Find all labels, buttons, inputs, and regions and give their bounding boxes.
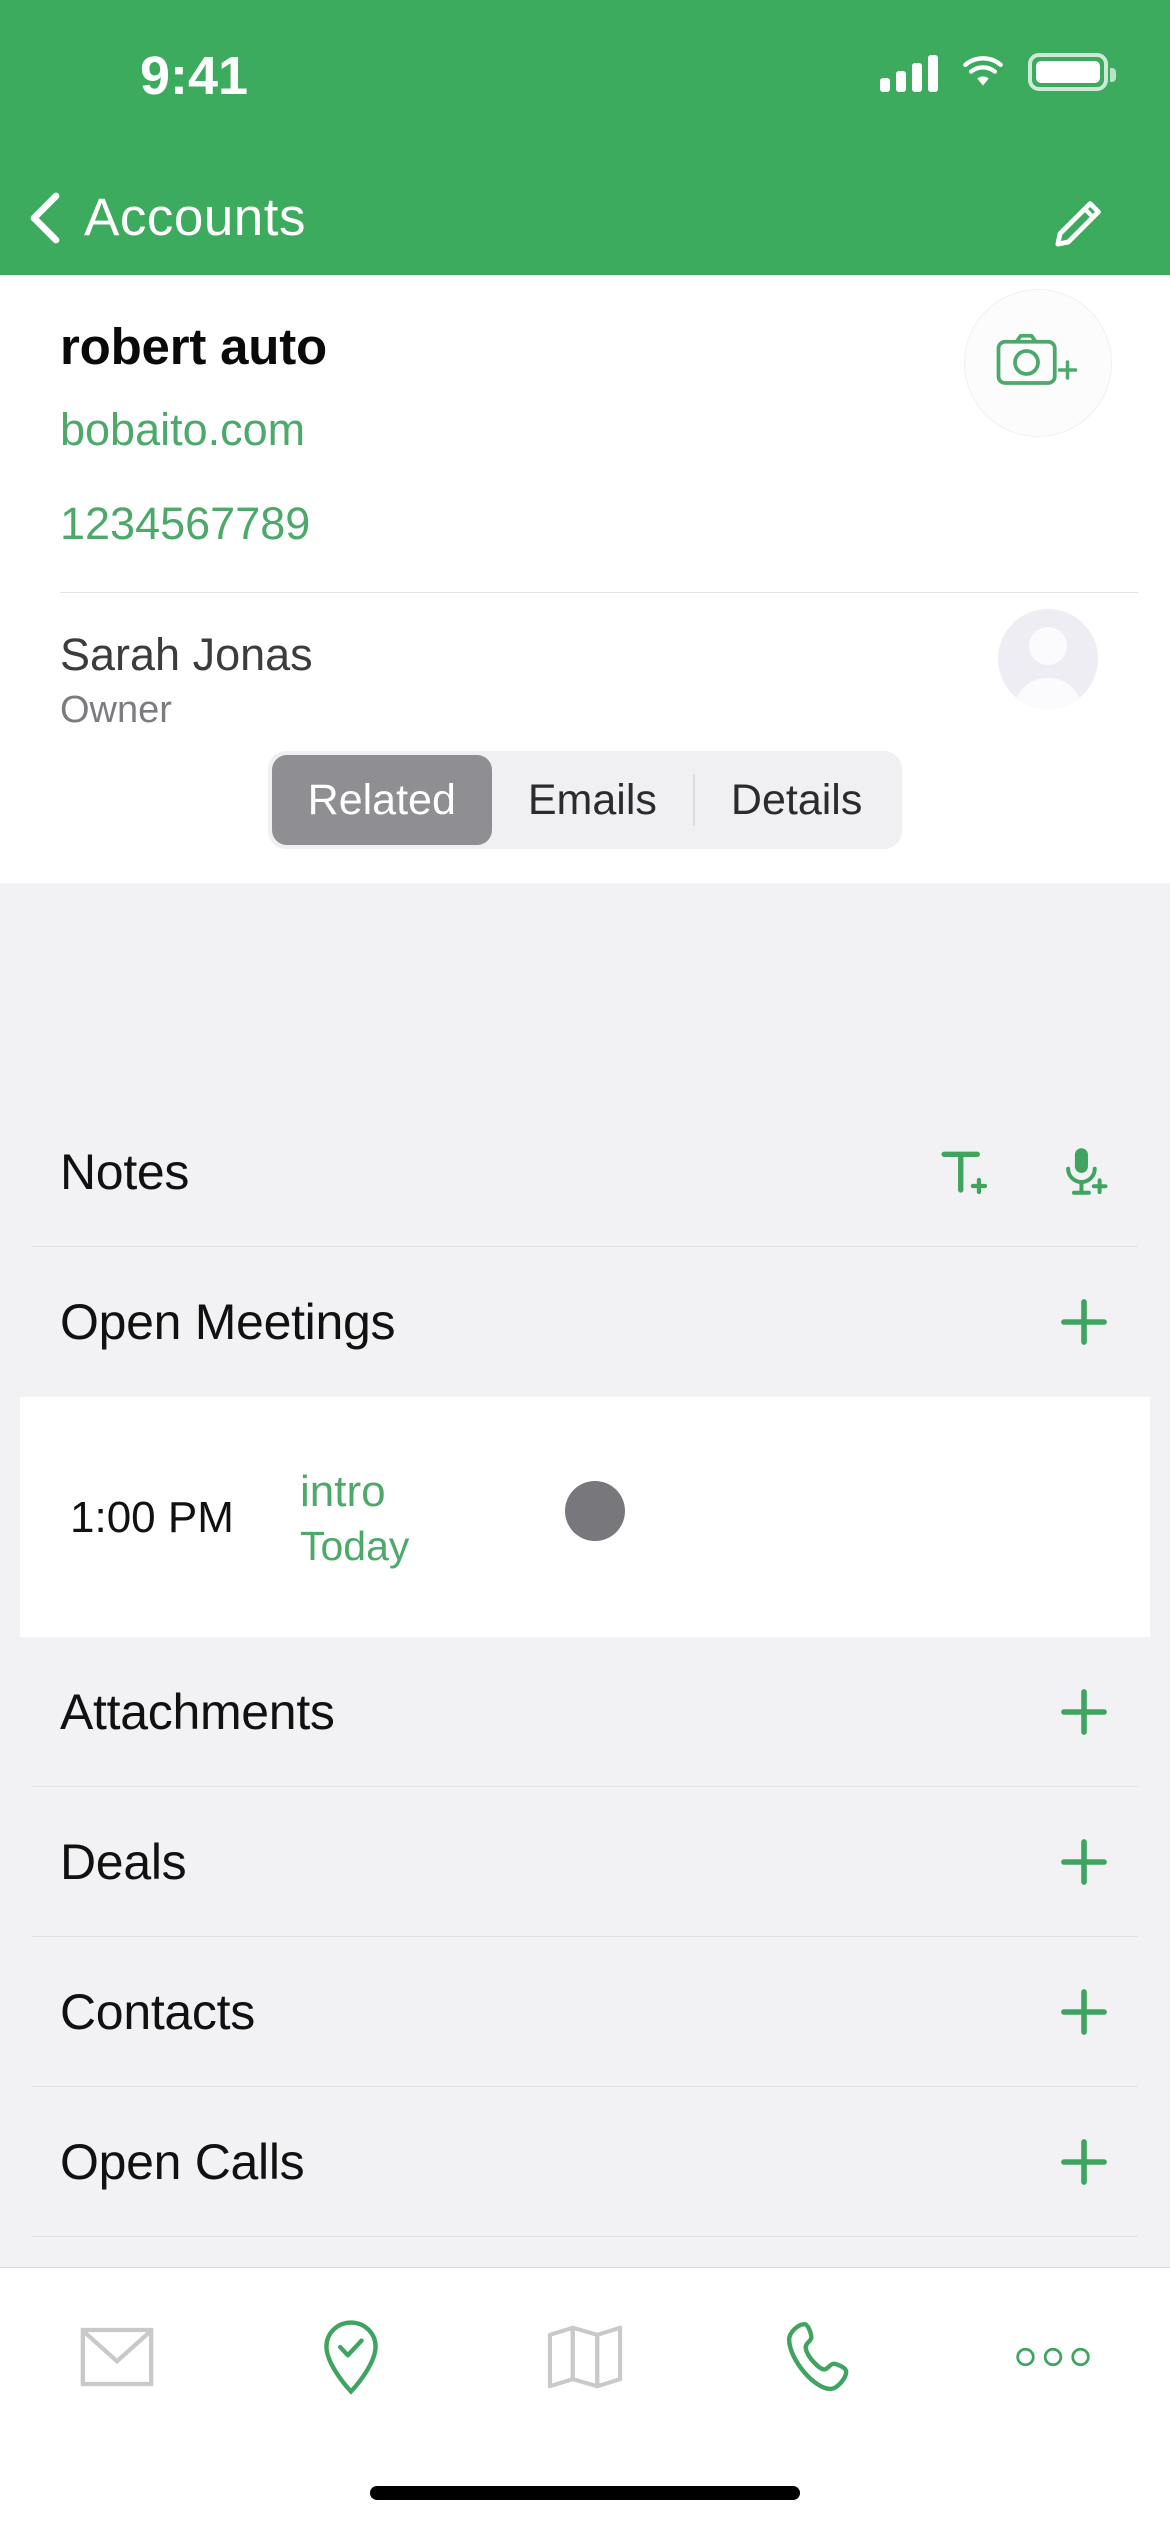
tab-details[interactable]: Details — [695, 755, 898, 845]
section-notes[interactable]: Notes — [0, 1097, 1170, 1247]
segmented-control: Related Emails Details — [267, 751, 903, 849]
meeting-card[interactable]: 1:00 PM intro Today — [20, 1397, 1150, 1637]
meeting-date: Today — [300, 1523, 410, 1569]
wifi-icon — [963, 56, 1003, 86]
back-button-label: Accounts — [84, 188, 307, 247]
phone-icon — [786, 2321, 849, 2392]
plus-icon[interactable] — [1056, 1834, 1112, 1890]
app-screen: 9:41 Accounts robert auto bobaito.com 12… — [0, 0, 1170, 2532]
section-contacts[interactable]: Contacts — [0, 1937, 1170, 2087]
add-photo-button[interactable] — [964, 289, 1112, 437]
cellular-signal-icon — [880, 52, 938, 92]
plus-icon[interactable] — [1056, 1984, 1112, 2040]
tab-emails[interactable]: Emails — [492, 755, 693, 845]
status-bar: 9:41 — [0, 0, 1170, 160]
section-attachments[interactable]: Attachments — [0, 1637, 1170, 1787]
owner-row[interactable]: Sarah Jonas Owner — [0, 593, 1170, 743]
account-phone[interactable]: 1234567789 — [60, 498, 1170, 550]
owner-role: Owner — [60, 689, 172, 731]
plus-icon[interactable] — [1056, 1684, 1112, 1740]
text-note-plus-icon[interactable] — [936, 1144, 992, 1200]
status-bar-time: 9:41 — [140, 46, 249, 106]
segmented-control-wrapper: Related Emails Details — [0, 743, 1170, 883]
tab-email[interactable] — [47, 2312, 187, 2402]
bottom-tab-bar — [0, 2267, 1170, 2532]
person-avatar-icon — [998, 609, 1098, 709]
section-deals[interactable]: Deals — [0, 1787, 1170, 1937]
section-label-attachments: Attachments — [60, 1684, 335, 1740]
meeting-status-dot — [565, 1481, 625, 1541]
camera-plus-icon — [996, 333, 1078, 385]
avatar — [998, 609, 1098, 709]
tab-related[interactable]: Related — [271, 755, 492, 845]
section-label-open-meetings: Open Meetings — [60, 1294, 396, 1350]
tab-map[interactable] — [515, 2312, 655, 2402]
navigation-bar: Accounts — [0, 160, 1170, 275]
section-label-deals: Deals — [60, 1834, 187, 1890]
status-bar-indicators — [880, 52, 1116, 92]
more-dots-icon — [1016, 2347, 1090, 2367]
account-summary: robert auto bobaito.com 1234567789 — [0, 275, 1170, 550]
home-indicator — [370, 2486, 800, 2500]
chevron-left-icon — [30, 192, 60, 243]
tab-checkin[interactable] — [281, 2312, 421, 2402]
tab-more[interactable] — [983, 2312, 1123, 2402]
meeting-time: 1:00 PM — [70, 1493, 234, 1542]
battery-icon — [1028, 53, 1116, 91]
section-open-meetings[interactable]: Open Meetings — [0, 1247, 1170, 1397]
back-button[interactable]: Accounts — [0, 187, 306, 248]
tab-call[interactable] — [749, 2312, 889, 2402]
account-header-card: robert auto bobaito.com 1234567789 Sarah… — [0, 275, 1170, 883]
notes-actions — [936, 1144, 1112, 1200]
plus-icon[interactable] — [1056, 1294, 1112, 1350]
section-label-contacts: Contacts — [60, 1984, 255, 2040]
plus-icon[interactable] — [1056, 2134, 1112, 2190]
section-label-open-calls: Open Calls — [60, 2134, 305, 2190]
meeting-title: intro — [300, 1467, 386, 1516]
checkin-pin-icon — [324, 2320, 378, 2395]
pencil-edit-icon[interactable] — [1048, 190, 1112, 254]
microphone-plus-icon[interactable] — [1056, 1144, 1112, 1200]
envelope-icon — [80, 2327, 154, 2387]
section-open-calls[interactable]: Open Calls — [0, 2087, 1170, 2237]
section-label-notes: Notes — [60, 1144, 190, 1200]
map-icon — [547, 2325, 623, 2389]
